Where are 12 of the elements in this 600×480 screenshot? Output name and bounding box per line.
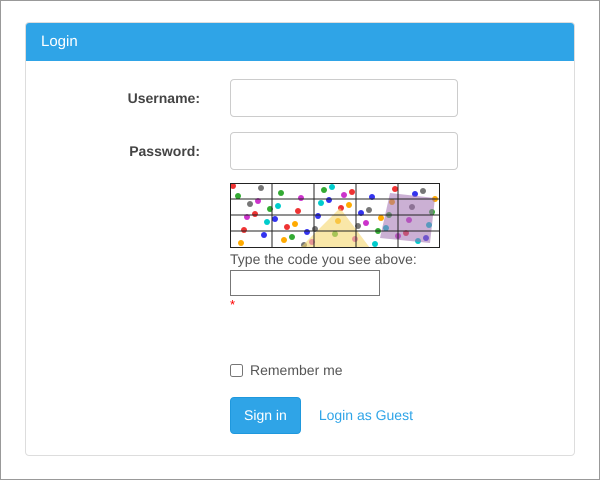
panel-title: Login (41, 32, 78, 52)
field-label: Password: (128, 142, 200, 160)
field-label: Username: (126, 88, 200, 108)
guest-login-link[interactable]: Login as Guest (318, 405, 413, 426)
remember-label: Remember me (250, 361, 343, 380)
password-field[interactable] (230, 132, 458, 170)
captcha-field[interactable] (230, 270, 380, 296)
captcha-prompt: Type the code you see above: (230, 250, 417, 269)
remember-checkbox[interactable] (230, 364, 243, 377)
required-mark: * (230, 298, 236, 312)
sign-in-button[interactable]: Sign in (230, 397, 301, 434)
username-field[interactable] (230, 79, 458, 117)
